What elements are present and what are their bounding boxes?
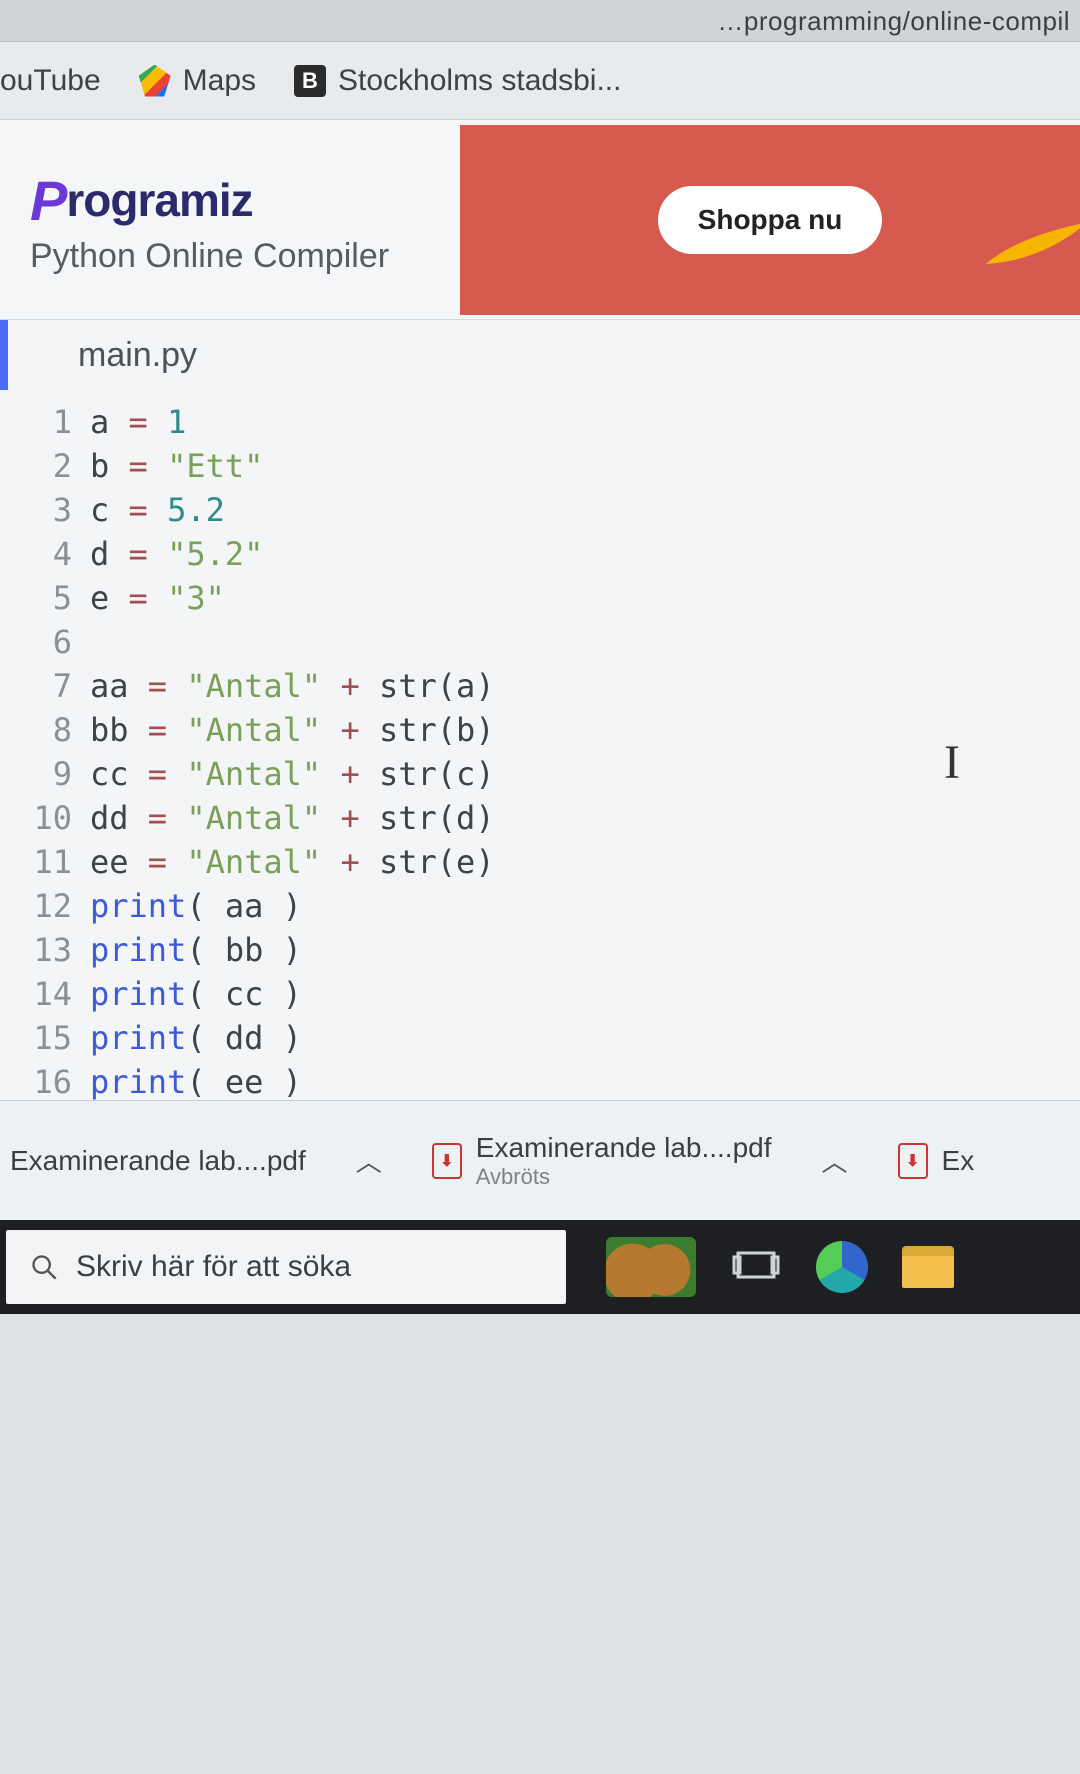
taskbar-search[interactable]: Skriv här för att söka (6, 1230, 566, 1304)
ad-banner[interactable]: Shoppa nu (460, 125, 1080, 315)
bookmark-youtube[interactable]: ouTube (0, 64, 101, 98)
bookmark-maps[interactable]: Maps (139, 64, 256, 98)
code-content[interactable]: c = 5.2 (90, 488, 1080, 532)
code-editor[interactable]: main.py 1a = 12b = "Ett"3c = 5.24d = "5.… (0, 320, 1080, 1100)
editor-filename-tab[interactable]: main.py (78, 336, 197, 375)
nike-swoosh-icon (980, 220, 1080, 275)
code-content[interactable]: print( dd ) (90, 1016, 1080, 1060)
code-content[interactable]: ee = "Antal" + str(e) (90, 840, 1080, 884)
code-line[interactable]: 6 (30, 620, 1080, 664)
chevron-up-icon[interactable]: ︿ (346, 1142, 392, 1179)
download-item-2[interactable]: ⬇ Examinerande lab....pdf Avbröts (432, 1132, 772, 1190)
code-line[interactable]: 10dd = "Antal" + str(d) (30, 796, 1080, 840)
url-text: …programming/online-compil (717, 6, 1070, 36)
code-content[interactable]: dd = "Antal" + str(d) (90, 796, 1080, 840)
search-icon (30, 1253, 58, 1281)
code-line[interactable]: 11ee = "Antal" + str(e) (30, 840, 1080, 884)
bookmark-stockholm-label: Stockholms stadsbi... (338, 64, 621, 98)
kangaroo-decoration-icon (606, 1237, 696, 1297)
code-line[interactable]: 1a = 1 (30, 400, 1080, 444)
code-content[interactable]: aa = "Antal" + str(a) (90, 664, 1080, 708)
code-line[interactable]: 4d = "5.2" (30, 532, 1080, 576)
line-number: 16 (30, 1060, 90, 1104)
editor-tab-strip: main.py (0, 320, 1080, 390)
line-number: 7 (30, 664, 90, 708)
taskbar-icons (606, 1237, 954, 1297)
code-line[interactable]: 3c = 5.2 (30, 488, 1080, 532)
code-content[interactable]: cc = "Antal" + str(c) (90, 752, 1080, 796)
code-content[interactable] (90, 620, 1080, 664)
line-number: 15 (30, 1016, 90, 1060)
code-line[interactable]: 12print( aa ) (30, 884, 1080, 928)
code-line[interactable]: 16print( ee ) (30, 1060, 1080, 1104)
code-content[interactable]: a = 1 (90, 400, 1080, 444)
download-item-2-status: Avbröts (476, 1164, 772, 1190)
line-number: 1 (30, 400, 90, 444)
edge-browser-icon[interactable] (816, 1241, 868, 1293)
downloads-shelf: Examinerande lab....pdf ︿ ⬇ Examinerande… (0, 1100, 1080, 1220)
page-header: Programiz Python Online Compiler Shoppa … (0, 120, 1080, 320)
brand-p-letter: P (30, 168, 66, 233)
download-item-3-label: Ex (942, 1145, 975, 1177)
download-item-1-label: Examinerande lab....pdf (10, 1145, 306, 1177)
brand-rest: rogramiz (66, 174, 252, 226)
brand-logo[interactable]: Programiz (30, 164, 460, 229)
bookmark-youtube-label: ouTube (0, 64, 101, 98)
line-number: 4 (30, 532, 90, 576)
line-number: 13 (30, 928, 90, 972)
download-item-2-label: Examinerande lab....pdf (476, 1132, 772, 1164)
line-number: 11 (30, 840, 90, 884)
code-line[interactable]: 8bb = "Antal" + str(b) (30, 708, 1080, 752)
download-item-1[interactable]: Examinerande lab....pdf (10, 1145, 306, 1177)
download-item-3[interactable]: ⬇ Ex (898, 1143, 975, 1179)
line-number: 2 (30, 444, 90, 488)
line-number: 9 (30, 752, 90, 796)
bookmark-maps-label: Maps (183, 64, 256, 98)
code-line[interactable]: 15print( dd ) (30, 1016, 1080, 1060)
line-number: 3 (30, 488, 90, 532)
line-number: 14 (30, 972, 90, 1016)
ad-cta-button[interactable]: Shoppa nu (658, 186, 883, 254)
line-number: 10 (30, 796, 90, 840)
code-content[interactable]: print( cc ) (90, 972, 1080, 1016)
library-icon: B (294, 65, 326, 97)
task-view-icon[interactable] (730, 1241, 782, 1293)
windows-taskbar: Skriv här för att söka (0, 1220, 1080, 1314)
code-line[interactable]: 7aa = "Antal" + str(a) (30, 664, 1080, 708)
code-line[interactable]: 13print( bb ) (30, 928, 1080, 972)
taskbar-search-placeholder: Skriv här för att söka (76, 1250, 351, 1284)
brand-block: Programiz Python Online Compiler (30, 164, 460, 276)
code-area[interactable]: 1a = 12b = "Ett"3c = 5.24d = "5.2"5e = "… (0, 390, 1080, 1104)
code-content[interactable]: e = "3" (90, 576, 1080, 620)
maps-icon (139, 65, 171, 97)
address-bar-fragment[interactable]: …programming/online-compil (0, 0, 1080, 42)
code-line[interactable]: 5e = "3" (30, 576, 1080, 620)
pdf-icon-2: ⬇ (898, 1143, 928, 1179)
code-line[interactable]: 14print( cc ) (30, 972, 1080, 1016)
code-line[interactable]: 9cc = "Antal" + str(c) (30, 752, 1080, 796)
code-content[interactable]: b = "Ett" (90, 444, 1080, 488)
code-line[interactable]: 2b = "Ett" (30, 444, 1080, 488)
line-number: 5 (30, 576, 90, 620)
file-explorer-icon[interactable] (902, 1246, 954, 1288)
line-number: 6 (30, 620, 90, 664)
pdf-icon: ⬇ (432, 1143, 462, 1179)
code-content[interactable]: bb = "Antal" + str(b) (90, 708, 1080, 752)
chevron-up-icon-2[interactable]: ︿ (812, 1142, 858, 1179)
line-number: 12 (30, 884, 90, 928)
code-content[interactable]: print( bb ) (90, 928, 1080, 972)
bookmarks-bar: ouTube Maps B Stockholms stadsbi... (0, 42, 1080, 120)
code-content[interactable]: d = "5.2" (90, 532, 1080, 576)
code-content[interactable]: print( aa ) (90, 884, 1080, 928)
bookmark-stockholm[interactable]: B Stockholms stadsbi... (294, 64, 621, 98)
text-cursor-icon: I (944, 735, 960, 790)
code-content[interactable]: print( ee ) (90, 1060, 1080, 1104)
page-subtitle: Python Online Compiler (30, 237, 460, 276)
line-number: 8 (30, 708, 90, 752)
